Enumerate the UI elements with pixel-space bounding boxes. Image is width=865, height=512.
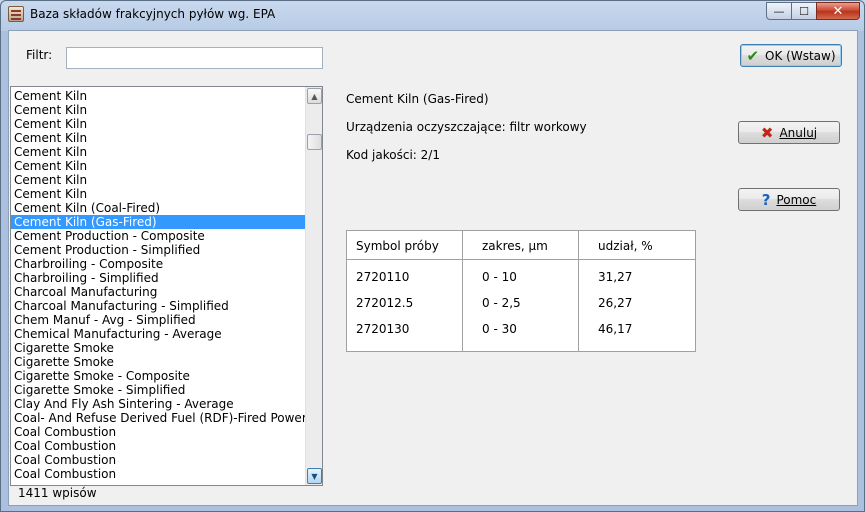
window-controls: — ☐ ✕ [766, 2, 860, 20]
list-item[interactable]: Cement Kiln [11, 159, 305, 173]
list-item[interactable]: Chemical Manufacturing - Average [11, 327, 305, 341]
list-item[interactable]: Cement Kiln [11, 173, 305, 187]
list-item[interactable]: Charbroiling - Composite [11, 257, 305, 271]
title-bar[interactable]: Baza składów frakcyjnych pyłów wg. EPA —… [1, 1, 864, 29]
detail-cleaning-device: Urządzenia oczyszczające: filtr workowy [346, 120, 587, 134]
list-item[interactable]: Charcoal Manufacturing [11, 285, 305, 299]
scroll-thumb[interactable] [307, 134, 322, 150]
minimize-button[interactable]: — [766, 2, 792, 20]
app-icon [8, 6, 24, 22]
list-item[interactable]: Cement Kiln (Gas-Fired) [11, 215, 305, 229]
detail-source-name: Cement Kiln (Gas-Fired) [346, 92, 489, 106]
list-item[interactable]: Cement Kiln [11, 145, 305, 159]
maximize-button[interactable]: ☐ [791, 2, 817, 20]
list-item[interactable]: Coal- And Refuse Derived Fuel (RDF)-Fire… [11, 411, 305, 425]
list-item[interactable]: Charcoal Manufacturing - Simplified [11, 299, 305, 313]
list-item[interactable]: Clay And Fly Ash Sintering - Average [11, 397, 305, 411]
table-header: Symbol próby [356, 239, 439, 253]
list-scrollbar[interactable]: ▲ ▼ [305, 87, 322, 485]
source-listbox[interactable]: Cement Kiln Cement Kiln Cement Kiln Cement … [10, 86, 323, 486]
list-item[interactable]: Cement Kiln [11, 131, 305, 145]
list-item[interactable]: Coal Combustion [11, 425, 305, 439]
list-item[interactable]: Cement Kiln [11, 117, 305, 131]
filter-label: Filtr: [26, 48, 53, 62]
table-cell: 31,27 [598, 270, 633, 284]
window-title: Baza składów frakcyjnych pyłów wg. EPA [30, 7, 276, 21]
cross-icon: ✖ [760, 123, 774, 142]
detail-quality-code: Kod jakości: 2/1 [346, 148, 440, 162]
list-item[interactable]: Coal Combustion [11, 467, 305, 481]
question-icon: ? [761, 190, 771, 209]
scroll-down-button[interactable]: ▼ [307, 468, 322, 484]
list-item[interactable]: Coal Combustion [11, 453, 305, 467]
ok-button-label: OK (Wstaw) [765, 48, 836, 63]
table-cell: 2720110 [356, 270, 410, 284]
filter-input[interactable] [66, 47, 323, 69]
table-header: udział, % [598, 239, 653, 253]
close-button[interactable]: ✕ [816, 2, 860, 20]
list-item[interactable]: Coal Combustion [11, 439, 305, 453]
help-button-label: Pomoc [776, 192, 817, 207]
table-cell: 46,17 [598, 322, 633, 336]
entry-count: 1411 wpisów [18, 486, 97, 500]
table-cell: 0 - 30 [482, 322, 517, 336]
fraction-table: Symbol próby zakres, µm udział, % 272011… [346, 230, 696, 352]
table-cell: 26,27 [598, 296, 633, 310]
table-header: zakres, µm [482, 239, 548, 253]
table-cell: 0 - 2,5 [482, 296, 521, 310]
check-icon: ✔ [746, 46, 760, 65]
table-cell: 272012.5 [356, 296, 414, 310]
cancel-button[interactable]: ✖ Anuluj [738, 121, 840, 144]
cancel-button-label: Anuluj [779, 125, 818, 140]
table-cell: 2720130 [356, 322, 410, 336]
chevron-up-icon: ▲ [311, 91, 318, 101]
list-item[interactable]: Cement Kiln [11, 103, 305, 117]
table-divider [578, 231, 579, 351]
list-item[interactable]: Cigarette Smoke - Simplified [11, 383, 305, 397]
list-item[interactable]: Cement Production - Composite [11, 229, 305, 243]
list-item[interactable]: Charbroiling - Simplified [11, 271, 305, 285]
list-item[interactable]: Cigarette Smoke [11, 341, 305, 355]
help-button[interactable]: ? Pomoc [738, 188, 840, 211]
list-item[interactable]: Cement Kiln (Coal-Fired) [11, 201, 305, 215]
list-item[interactable]: Cigarette Smoke - Composite [11, 369, 305, 383]
minimize-icon: — [773, 4, 785, 18]
chevron-down-icon: ▼ [311, 471, 318, 481]
table-divider [462, 231, 463, 351]
list-item[interactable]: Cement Kiln [11, 89, 305, 103]
scroll-up-button[interactable]: ▲ [307, 88, 322, 104]
list-item[interactable]: Chem Manuf - Avg - Simplified [11, 313, 305, 327]
list-item[interactable]: Cement Production - Simplified [11, 243, 305, 257]
ok-insert-button[interactable]: ✔ OK (Wstaw) [740, 44, 842, 67]
dialog-window: Baza składów frakcyjnych pyłów wg. EPA —… [0, 0, 865, 512]
list-item[interactable]: Cigarette Smoke [11, 355, 305, 369]
maximize-icon: ☐ [799, 4, 809, 18]
list-item[interactable]: Cement Kiln [11, 187, 305, 201]
close-icon: ✕ [832, 3, 844, 19]
table-header-divider [347, 259, 695, 260]
dialog-client-area: Filtr: Cement Kiln Cement Kiln Cement Kiln… [8, 30, 858, 506]
table-cell: 0 - 10 [482, 270, 517, 284]
source-list-items: Cement Kiln Cement Kiln Cement Kiln Cement … [11, 89, 305, 481]
